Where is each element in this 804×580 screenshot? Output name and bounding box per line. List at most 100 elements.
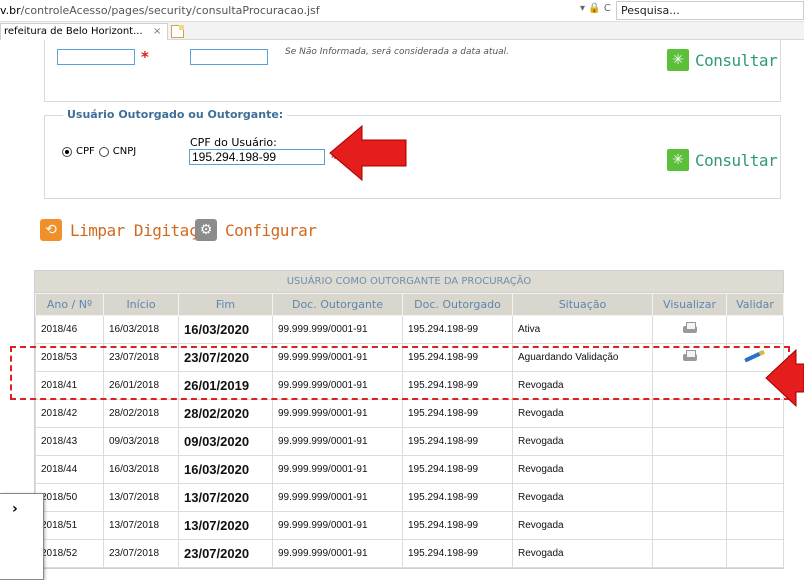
gear-icon: ⚙ <box>195 219 217 241</box>
limpar-digitacao-button[interactable]: ⟲ Limpar Digitação <box>40 217 217 243</box>
url-text[interactable]: v.br/controleAcesso/pages/security/consu… <box>0 4 320 17</box>
cell-fim: 09/03/2020 <box>178 427 273 456</box>
cell-inicio: 13/07/2018 <box>103 483 179 512</box>
cell-outorgante: 99.999.999/0001-91 <box>272 399 403 428</box>
cell-visualizar <box>652 539 727 568</box>
cell-visualizar <box>652 427 727 456</box>
cell-validar <box>726 315 784 344</box>
panel-chevron: › <box>12 501 18 517</box>
close-tab-icon[interactable]: × <box>153 26 161 37</box>
col-visualizar: Visualizar <box>652 293 727 316</box>
cpf-label: CPF do Usuário: <box>190 136 277 149</box>
cell-situacao: Revogada <box>512 483 653 512</box>
new-tab-icon[interactable] <box>171 25 184 38</box>
cell-validar <box>726 427 784 456</box>
radio-cnpj[interactable] <box>98 146 109 157</box>
cell-outorgado: 195.294.198-99 <box>402 399 513 428</box>
radio-cnpj-label: CNPJ <box>112 146 137 157</box>
cell-fim: 28/02/2020 <box>178 399 273 428</box>
consultar-date-button[interactable]: ✳ Consultar <box>667 48 778 72</box>
cell-outorgante: 99.999.999/0001-91 <box>272 511 403 540</box>
configurar-button[interactable]: ⚙ Configurar <box>195 217 317 243</box>
cell-inicio: 23/07/2018 <box>103 539 179 568</box>
table-row: 2018/46 16/03/2018 16/03/2020 99.999.999/00… <box>35 315 784 344</box>
cell-ano: 2018/44 <box>35 455 104 484</box>
sparkle-icon: ✳ <box>667 49 689 71</box>
cell-outorgante: 99.999.999/0001-91 <box>272 483 403 512</box>
table-title: USUÁRIO COMO OUTORGANTE DA PROCURAÇÃO <box>35 271 783 293</box>
cell-visualizar <box>652 315 727 344</box>
date-start-field[interactable] <box>57 49 135 65</box>
consultar-user-button[interactable]: ✳ Consultar <box>667 148 778 172</box>
col-outorgado: Doc. Outorgado <box>402 293 513 316</box>
cell-outorgado: 195.294.198-99 <box>402 539 513 568</box>
date-fieldset: * Se Não Informada, será considerada a d… <box>44 40 781 102</box>
col-inicio: Início <box>103 293 179 316</box>
table-row: 2018/52 23/07/2018 23/07/2020 99.999.999/00… <box>35 539 784 568</box>
procuracao-table: USUÁRIO COMO OUTORGANTE DA PROCURAÇÃO An… <box>34 270 784 569</box>
user-fieldset: Usuário Outorgado ou Outorgante: CPF do … <box>44 108 781 199</box>
cell-outorgado: 195.294.198-99 <box>402 511 513 540</box>
annotation-arrow-left-icon <box>765 348 804 408</box>
date-end-field[interactable] <box>190 49 268 65</box>
col-outorgante: Doc. Outorgante <box>272 293 403 316</box>
cell-outorgante: 99.999.999/0001-91 <box>272 539 403 568</box>
cell-fim: 16/03/2020 <box>178 315 273 344</box>
cell-fim: 16/03/2020 <box>178 455 273 484</box>
highlight-box <box>10 346 790 400</box>
cell-validar <box>726 455 784 484</box>
cell-validar <box>726 511 784 540</box>
table-row: 2018/42 28/02/2018 28/02/2020 99.999.999/00… <box>35 399 784 428</box>
annotation-arrow-left-icon <box>329 124 407 182</box>
browser-search-input[interactable]: Pesquisa... <box>616 1 804 20</box>
address-bar[interactable]: v.br/controleAcesso/pages/security/consu… <box>0 0 804 22</box>
cell-outorgado: 195.294.198-99 <box>402 427 513 456</box>
cell-visualizar <box>652 399 727 428</box>
doc-type-radio-group: CPF CNPJ <box>62 146 136 157</box>
cell-situacao: Revogada <box>512 539 653 568</box>
address-controls[interactable]: ▾ 🔒 C <box>580 3 611 14</box>
cell-visualizar <box>652 511 727 540</box>
cell-validar <box>726 483 784 512</box>
table-row: 2018/50 13/07/2018 13/07/2020 99.999.999/00… <box>35 483 784 512</box>
cell-situacao: Revogada <box>512 511 653 540</box>
side-panel-toggle[interactable]: › <box>0 493 44 580</box>
table-row: 2018/44 16/03/2018 16/03/2020 99.999.999/00… <box>35 455 784 484</box>
cell-fim: 13/07/2020 <box>178 511 273 540</box>
table-row: 2018/43 09/03/2018 09/03/2020 99.999.999/00… <box>35 427 784 456</box>
cell-situacao: Ativa <box>512 315 653 344</box>
cell-fim: 23/07/2020 <box>178 539 273 568</box>
consultar-label: Consultar <box>695 150 778 170</box>
col-ano: Ano / Nº <box>35 293 104 316</box>
cell-outorgante: 99.999.999/0001-91 <box>272 315 403 344</box>
user-legend: Usuário Outorgado ou Outorgante: <box>63 108 288 121</box>
consultar-label: Consultar <box>695 50 778 70</box>
cell-situacao: Revogada <box>512 427 653 456</box>
table-header-row: Ano / Nº Início Fim Doc. Outorgante Doc.… <box>35 293 784 316</box>
radio-cpf[interactable] <box>62 146 72 157</box>
required-mark: * <box>141 48 149 66</box>
cell-inicio: 16/03/2018 <box>103 455 179 484</box>
sparkle-icon: ✳ <box>667 149 689 171</box>
radio-cpf-label: CPF <box>76 146 95 157</box>
cell-ano: 2018/43 <box>35 427 104 456</box>
cell-ano: 2018/42 <box>35 399 104 428</box>
cell-outorgante: 99.999.999/0001-91 <box>272 427 403 456</box>
printer-icon[interactable] <box>682 322 698 334</box>
cell-ano: 2018/50 <box>35 483 104 512</box>
table-row: 2018/51 13/07/2018 13/07/2020 99.999.999/00… <box>35 511 784 540</box>
cell-inicio: 28/02/2018 <box>103 399 179 428</box>
col-fim: Fim <box>178 293 273 316</box>
configurar-label: Configurar <box>225 220 317 240</box>
cell-inicio: 13/07/2018 <box>103 511 179 540</box>
browser-tab[interactable]: refeitura de Belo Horizont... × <box>0 23 168 40</box>
cell-inicio: 09/03/2018 <box>103 427 179 456</box>
cell-situacao: Revogada <box>512 455 653 484</box>
cell-visualizar <box>652 455 727 484</box>
cell-situacao: Revogada <box>512 399 653 428</box>
cell-outorgante: 99.999.999/0001-91 <box>272 455 403 484</box>
cpf-field[interactable]: 195.294.198-99 <box>189 149 325 165</box>
cell-ano: 2018/52 <box>35 539 104 568</box>
cell-validar <box>726 539 784 568</box>
cell-ano: 2018/46 <box>35 315 104 344</box>
